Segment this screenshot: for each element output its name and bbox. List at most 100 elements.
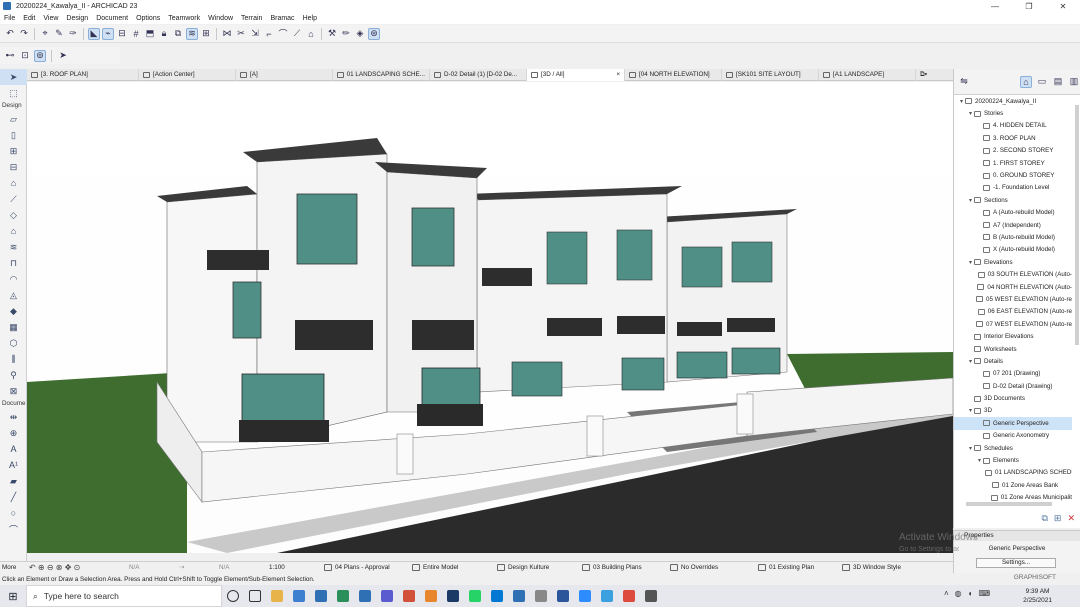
tree-item[interactable]: 3. ROOF PLAN — [954, 132, 1072, 144]
layer-icon[interactable]: ≋ — [186, 27, 198, 40]
archicad-icon[interactable] — [354, 585, 376, 607]
tree-toggle-icon[interactable]: ▾ — [967, 407, 974, 414]
adjust-icon[interactable]: ⌐ — [263, 28, 275, 40]
settings-button[interactable]: Settings... — [976, 558, 1056, 568]
network-icon[interactable]: ◍ — [955, 589, 962, 598]
marquee-icon[interactable]: ⊡ — [19, 50, 31, 62]
browser-icon[interactable] — [332, 585, 354, 607]
tree-item[interactable]: 07 201 (Drawing) — [954, 368, 1072, 380]
beam-tool-icon[interactable]: ⟋ — [0, 191, 27, 207]
cube-icon[interactable]: ◈ — [354, 28, 366, 40]
tab-close-icon[interactable]: × — [616, 71, 620, 78]
clone-folder-icon[interactable]: ⧉ — [1041, 513, 1047, 524]
tab-action-center[interactable]: [Action Center] — [139, 68, 236, 81]
tree-item[interactable]: ▾ Details — [954, 355, 1072, 367]
tree-item[interactable]: 0. GROUND STOREY — [954, 169, 1072, 181]
measure-icon[interactable]: ⚒ — [326, 28, 338, 40]
wall-tool-icon[interactable]: ▱ — [0, 111, 27, 127]
slab-tool-icon[interactable]: ◇ — [0, 207, 27, 223]
circle-tool-icon[interactable]: ○ — [0, 505, 27, 521]
menu-design[interactable]: Design — [66, 15, 88, 22]
new-folder-icon[interactable]: ⊞ — [1054, 513, 1062, 524]
speaker-icon[interactable]: ◖ — [968, 589, 973, 598]
photoshop-icon[interactable] — [442, 585, 464, 607]
camera-icon[interactable] — [640, 585, 662, 607]
tree-item[interactable]: 3D Documents — [954, 392, 1072, 404]
grid-snap-icon[interactable]: # — [130, 28, 142, 40]
3d-style-selector[interactable]: 3D Window Style — [839, 562, 924, 574]
column-tool-icon[interactable]: ⫼ — [0, 351, 27, 367]
tree-item[interactable]: 06 EAST ELEVATION (Auto-re — [954, 306, 1072, 318]
undo-icon[interactable]: ↶ — [4, 28, 16, 40]
project-map-icon[interactable]: ⌂ — [1020, 75, 1032, 88]
notes-icon[interactable] — [376, 585, 398, 607]
view-set-selector[interactable]: 04 Plans - Approval — [321, 562, 409, 574]
redo-icon[interactable]: ↷ — [18, 28, 30, 40]
magic-wand-icon[interactable]: ✂ — [235, 28, 247, 40]
task-view-icon[interactable] — [244, 585, 266, 607]
dimension-tool-icon[interactable]: ⇹ — [0, 409, 27, 425]
tree-toggle-icon[interactable]: ▾ — [976, 457, 983, 464]
zoom-icon[interactable] — [574, 585, 596, 607]
object-tool-icon[interactable]: ⌂ — [0, 175, 27, 191]
stair-tool-icon[interactable]: ≋ — [0, 239, 27, 255]
navigator-horizontal-scrollbar[interactable] — [958, 501, 1072, 507]
door-tool-icon[interactable]: ▯ — [0, 127, 27, 143]
skype-icon[interactable] — [486, 585, 508, 607]
tree-item[interactable]: 04 NORTH ELEVATION (Auto- — [954, 281, 1072, 293]
menu-view[interactable]: View — [43, 15, 58, 22]
window-2-tool-icon[interactable]: ⊟ — [0, 159, 27, 175]
tree-item[interactable]: D-02 Detail (Drawing) — [954, 380, 1072, 392]
model-view-selector[interactable]: Entire Model — [409, 562, 494, 574]
tree-item[interactable]: 01 Zone Areas Bank — [954, 479, 1072, 491]
scale-selector[interactable]: 1:100 — [266, 562, 321, 574]
tree-toggle-icon[interactable]: ▾ — [967, 358, 974, 365]
lamp-tool-icon[interactable]: ⚲ — [0, 367, 27, 383]
tree-item[interactable]: -1. Foundation Level — [954, 182, 1072, 194]
word-icon[interactable] — [552, 585, 574, 607]
chrome-icon[interactable] — [618, 585, 640, 607]
chevron-up-icon[interactable]: ˄ — [944, 589, 949, 598]
tab-detail[interactable]: D-02 Detail (1) [D-02 De... — [430, 68, 527, 81]
more-label[interactable]: More — [0, 562, 26, 574]
tab-roof-plan[interactable]: [3. ROOF PLAN] — [27, 68, 139, 81]
tree-item[interactable]: 05 WEST ELEVATION (Auto-re — [954, 293, 1072, 305]
tree-item[interactable]: ▾ 3D — [954, 405, 1072, 417]
element-info-icon[interactable]: ⊷ — [4, 50, 16, 62]
fillet-icon[interactable]: ⌒ — [277, 28, 289, 40]
text-tool-icon[interactable]: A — [0, 441, 27, 457]
edge-chromium-icon[interactable] — [596, 585, 618, 607]
menu-file[interactable]: File — [4, 15, 15, 22]
mail-icon[interactable] — [310, 585, 332, 607]
shell-tool-icon[interactable]: ◠ — [0, 271, 27, 287]
curtain-wall-tool-icon[interactable]: ▦ — [0, 319, 27, 335]
tab-north-elevation[interactable]: [04 NORTH ELEVATION] — [625, 68, 722, 81]
tab-landscaping-schedule[interactable]: 01 LANDSCAPING SCHE... — [333, 68, 430, 81]
store-icon[interactable] — [288, 585, 310, 607]
guide-line-icon[interactable]: ◣ — [88, 27, 100, 40]
tab-section-a[interactable]: [A] — [236, 68, 333, 81]
language-icon[interactable]: ⌨ — [978, 589, 990, 598]
taskbar-clock[interactable]: 9:39 AM 2/25/2021 — [1023, 587, 1052, 605]
group-icon[interactable]: ⧉ — [172, 28, 184, 40]
edge-icon[interactable] — [508, 585, 530, 607]
skylight-tool-icon[interactable]: ⊠ — [0, 383, 27, 399]
whatsapp-icon[interactable] — [464, 585, 486, 607]
model-view-options-selector[interactable]: 03 Building Plans — [579, 562, 667, 574]
tree-item[interactable]: ▾ Schedules — [954, 442, 1072, 454]
level-dimension-tool-icon[interactable]: ⊕ — [0, 425, 27, 441]
tree-item[interactable]: Generic Axonometry — [954, 430, 1072, 442]
tree-toggle-icon[interactable]: ▾ — [967, 259, 974, 266]
publisher-sets-icon[interactable]: ▥ — [1068, 76, 1080, 88]
orbit-icon[interactable]: ⊚ — [34, 49, 46, 62]
trace-icon[interactable]: ⬒ — [144, 28, 156, 40]
renovation-filter-selector[interactable]: 01 Existing Plan — [755, 562, 839, 574]
layout-book-icon[interactable]: ▤ — [1052, 76, 1064, 88]
tab-site-layout[interactable]: [SK101 SITE LAYOUT] — [722, 68, 819, 81]
windows-start-icon[interactable]: ⊞ — [0, 585, 26, 607]
tree-toggle-icon[interactable]: ▾ — [967, 445, 974, 452]
window-tool-icon[interactable]: ⊞ — [0, 143, 27, 159]
align-icon[interactable]: ⊟ — [116, 28, 128, 40]
tree-item[interactable]: A (Auto-rebuild Model) — [954, 207, 1072, 219]
calendar-icon[interactable] — [398, 585, 420, 607]
